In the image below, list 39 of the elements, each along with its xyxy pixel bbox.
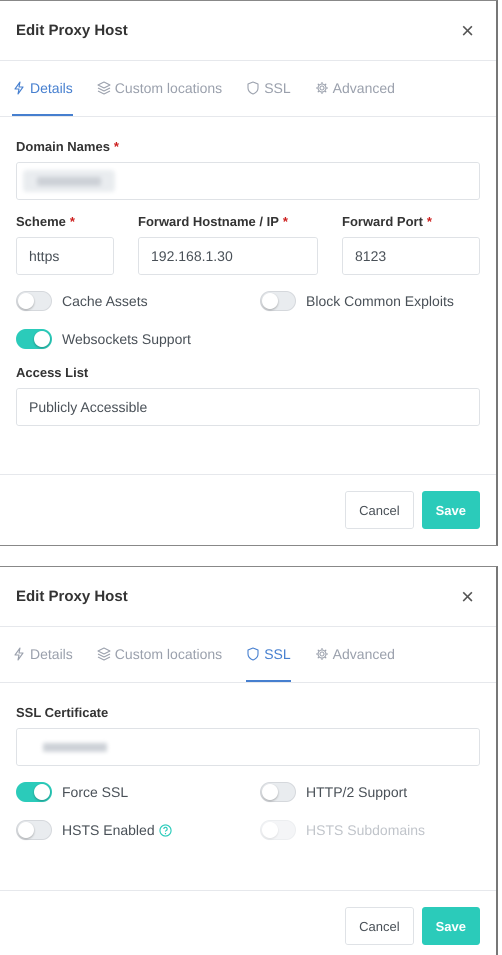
input-field[interactable]: 8123 bbox=[342, 237, 480, 275]
input-field[interactable]: https bbox=[16, 237, 114, 275]
bolt-icon bbox=[12, 80, 26, 94]
dialog-title: Edit Proxy Host bbox=[16, 588, 128, 605]
cancel-button[interactable]: Cancel bbox=[345, 491, 414, 529]
help-icon[interactable] bbox=[158, 824, 172, 836]
required-mark: * bbox=[426, 214, 432, 229]
gear-icon bbox=[314, 80, 329, 94]
field-label: Access List bbox=[16, 365, 88, 380]
input-field[interactable]: 192.168.1.30 bbox=[138, 237, 318, 275]
input-field[interactable] bbox=[16, 728, 480, 766]
input-field[interactable] bbox=[16, 162, 480, 200]
bolt-icon bbox=[12, 646, 26, 660]
toggle-switch[interactable]: Force SSL bbox=[16, 782, 128, 802]
input-field[interactable]: Publicly Accessible bbox=[16, 388, 480, 426]
field-label: Scheme bbox=[16, 214, 66, 229]
tab[interactable]: SSL bbox=[246, 627, 291, 682]
required-mark: * bbox=[282, 214, 288, 229]
close-button[interactable]: × bbox=[461, 586, 474, 608]
field-label: SSL Certificate bbox=[16, 705, 108, 720]
toggle-switch[interactable]: HTTP/2 Support bbox=[260, 782, 408, 802]
field-label: Forward Hostname / IP bbox=[138, 214, 279, 229]
required-mark: * bbox=[70, 214, 75, 229]
shield-icon bbox=[246, 646, 260, 660]
layers-icon bbox=[96, 80, 111, 94]
field-label: Domain Names bbox=[16, 139, 110, 154]
toggle-switch[interactable]: Block Common Exploits bbox=[260, 291, 454, 311]
cancel-button[interactable]: Cancel bbox=[345, 907, 414, 945]
gear-icon bbox=[314, 646, 329, 660]
required-mark: * bbox=[114, 139, 119, 154]
layers-icon bbox=[96, 646, 111, 660]
toggle-switch[interactable]: HSTS Enabled bbox=[16, 820, 155, 840]
shield-icon bbox=[246, 80, 260, 94]
dialog-title: Edit Proxy Host bbox=[16, 22, 128, 39]
tab[interactable]: Details bbox=[12, 61, 73, 116]
toggle-switch[interactable]: Cache Assets bbox=[16, 291, 148, 311]
field-label: Forward Port bbox=[342, 214, 423, 229]
close-button[interactable]: × bbox=[461, 20, 474, 42]
toggle-switch[interactable]: Websockets Support bbox=[16, 329, 191, 349]
